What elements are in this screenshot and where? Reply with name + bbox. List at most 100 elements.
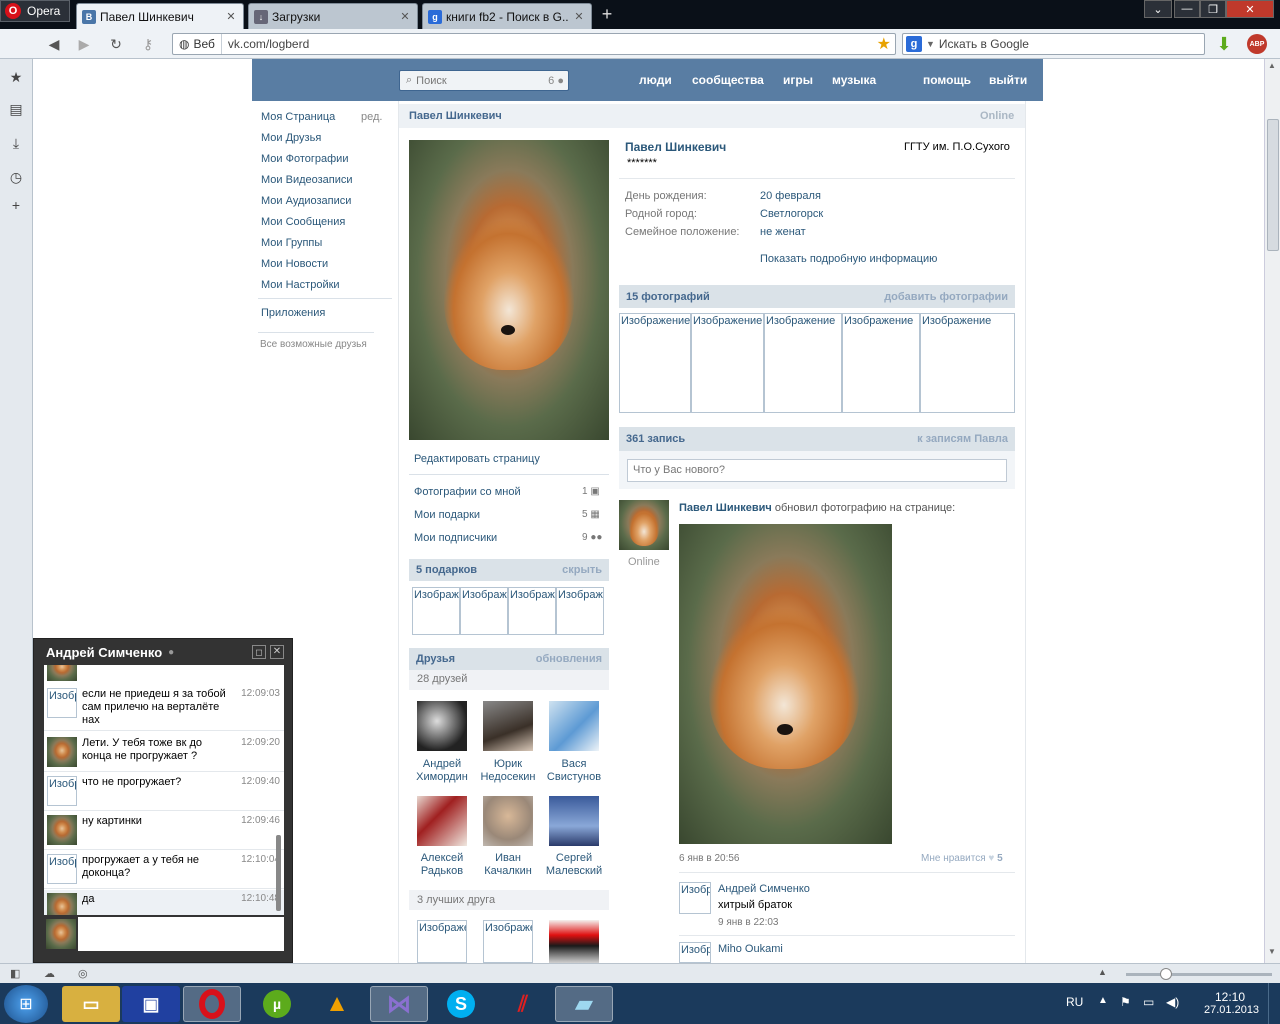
app-stripes-icon[interactable]: ⫽: [494, 986, 552, 1022]
chat-expand-icon[interactable]: ◻: [252, 645, 266, 659]
zoom-slider-handle[interactable]: [1160, 968, 1172, 980]
notes-icon[interactable]: ▤: [6, 99, 26, 119]
tray-flag-icon[interactable]: ⚑: [1120, 995, 1131, 1009]
add-photos-link[interactable]: добавить фотографии: [884, 291, 1008, 303]
search-field[interactable]: g ▼ Искать в Google: [902, 33, 1205, 55]
friends-updates-link[interactable]: обновления: [536, 653, 602, 665]
nav-games[interactable]: игры: [783, 73, 813, 87]
back-icon[interactable]: ◀: [44, 34, 64, 54]
show-more-info-link[interactable]: Показать подробную информацию: [760, 253, 937, 265]
start-button[interactable]: ⊞: [4, 985, 48, 1023]
utorrent-icon[interactable]: µ: [248, 986, 306, 1022]
skype-icon[interactable]: S: [432, 986, 490, 1022]
show-desktop-button[interactable]: [1268, 983, 1280, 1024]
chat-scrollbar-thumb[interactable]: [276, 835, 281, 911]
friends-title[interactable]: Друзья: [416, 653, 455, 665]
friend-avatar[interactable]: [483, 701, 533, 751]
friend-name[interactable]: Иван Качалкин: [476, 852, 540, 878]
minimize-button[interactable]: —: [1174, 0, 1200, 18]
friend-name[interactable]: Сергей Малевский: [542, 852, 606, 878]
opera-menu-button[interactable]: O Opera: [0, 0, 70, 22]
zoom-slider[interactable]: [1126, 973, 1272, 976]
followers-link[interactable]: Мои подписчики: [414, 532, 497, 544]
nav-music[interactable]: музыка: [832, 73, 876, 87]
comment-avatar[interactable]: Изобр: [679, 882, 711, 914]
best-friend-avatar[interactable]: Изображе: [417, 920, 467, 963]
close-window-button[interactable]: ✕: [1226, 0, 1274, 18]
profile-avatar[interactable]: [409, 140, 609, 440]
photos-title[interactable]: 15 фотографий: [626, 291, 710, 303]
wall-title[interactable]: 361 запись: [626, 433, 685, 445]
close-tab-icon[interactable]: ✕: [572, 10, 586, 24]
zoom-out-icon[interactable]: ▲: [1098, 967, 1107, 977]
photo-thumbnail[interactable]: Изображение: [920, 313, 1015, 413]
page-scrollbar[interactable]: ▲ ▼: [1264, 59, 1280, 963]
floppy-save-icon[interactable]: ▣: [122, 986, 180, 1022]
close-tab-icon[interactable]: ✕: [398, 10, 412, 24]
post-author-link[interactable]: Павел Шинкевич: [679, 502, 772, 514]
adblock-icon[interactable]: ABP: [1247, 34, 1267, 54]
friend-avatar[interactable]: [483, 796, 533, 846]
tray-display-icon[interactable]: ▭: [1143, 995, 1154, 1009]
friend-name[interactable]: Алексей Радьков: [410, 852, 474, 878]
chat-window[interactable]: Андрей Симченко ● ◻ ✕ Изобр если не прие…: [33, 638, 293, 963]
comment-date[interactable]: 9 янв в 22:03: [718, 917, 778, 928]
volume-icon[interactable]: ◀): [1166, 995, 1179, 1009]
friend-avatar[interactable]: [417, 796, 467, 846]
scroll-up-icon[interactable]: ▲: [1268, 61, 1276, 70]
best-friend-avatar[interactable]: Изображе: [483, 920, 533, 963]
download-arrow-icon[interactable]: ⬇: [1214, 34, 1234, 54]
menu-friends[interactable]: Мои Друзья: [261, 132, 321, 144]
comment-avatar[interactable]: Изобр: [679, 942, 711, 963]
gift-image[interactable]: Изображение: [460, 587, 508, 635]
history-clock-icon[interactable]: ◷: [6, 167, 26, 187]
info-value-birthday[interactable]: 20 февраля: [760, 190, 821, 202]
menu-photos[interactable]: Мои Фотографии: [261, 153, 348, 165]
comment-author[interactable]: Miho Oukami: [718, 943, 783, 955]
info-value-relationship[interactable]: не женат: [760, 226, 806, 238]
edit-page-link[interactable]: Редактировать страницу: [414, 453, 540, 465]
info-value-hometown[interactable]: Светлогорск: [760, 208, 823, 220]
gift-image[interactable]: Изображение: [508, 587, 556, 635]
panel-toggle-icon[interactable]: ◧: [10, 967, 20, 980]
friend-name[interactable]: Вася Свистунов: [542, 758, 606, 784]
nav-help[interactable]: помощь: [923, 73, 971, 87]
hide-gifts-link[interactable]: скрыть: [562, 564, 602, 576]
chat-messages[interactable]: Изобр если не приедеш я за тобой сам при…: [44, 665, 284, 915]
menu-my-page[interactable]: Моя Страница: [261, 111, 335, 123]
menu-audio[interactable]: Мои Аудиозаписи: [261, 195, 351, 207]
close-tab-icon[interactable]: ✕: [224, 10, 238, 24]
scrollbar-thumb[interactable]: [1267, 119, 1279, 251]
profile-status[interactable]: *******: [627, 157, 657, 169]
chevron-down-icon[interactable]: ▼: [926, 39, 935, 49]
menu-settings[interactable]: Мои Настройки: [261, 279, 340, 291]
post-author-avatar[interactable]: [619, 500, 669, 550]
menu-icon[interactable]: ⌄: [1144, 0, 1172, 18]
menu-groups[interactable]: Мои Группы: [261, 237, 322, 249]
chat-message-input[interactable]: [78, 917, 284, 951]
friend-name[interactable]: Андрей Химордин: [410, 758, 474, 784]
explorer-icon[interactable]: ▭: [62, 986, 120, 1022]
friend-name[interactable]: Юрик Недосекин: [476, 758, 540, 784]
nav-logout[interactable]: выйти: [989, 73, 1027, 87]
nav-people[interactable]: люди: [639, 73, 672, 87]
friend-avatar[interactable]: [549, 796, 599, 846]
comment-author[interactable]: Андрей Симченко: [718, 883, 810, 895]
reload-icon[interactable]: ↻: [106, 34, 126, 54]
wall-post-input[interactable]: Что у Вас нового?: [627, 459, 1007, 482]
tab-downloads[interactable]: ↓ Загрузки ✕: [248, 3, 418, 29]
address-bar[interactable]: ◍ Веб vk.com/logberd ★: [172, 33, 896, 55]
photo-thumbnail[interactable]: Изображение: [842, 313, 920, 413]
aimp-icon[interactable]: ▲: [308, 986, 366, 1022]
photo-thumbnail[interactable]: Изображение: [691, 313, 764, 413]
best-friend-avatar[interactable]: [549, 920, 599, 963]
chat-close-icon[interactable]: ✕: [270, 645, 284, 659]
downloads-icon[interactable]: ⤓: [6, 133, 26, 153]
friend-avatar[interactable]: [549, 701, 599, 751]
photo-thumbnail[interactable]: Изображение: [619, 313, 691, 413]
clock[interactable]: 12:10 27.01.2013: [1204, 990, 1259, 1016]
tab-vk[interactable]: В Павел Шинкевич ✕: [76, 3, 244, 29]
tab-google-search[interactable]: g книги fb2 - Поиск в G... ✕: [422, 3, 592, 29]
to-pavel-posts-link[interactable]: к записям Павла: [917, 433, 1008, 445]
post-date[interactable]: 6 янв в 20:56: [679, 853, 739, 864]
